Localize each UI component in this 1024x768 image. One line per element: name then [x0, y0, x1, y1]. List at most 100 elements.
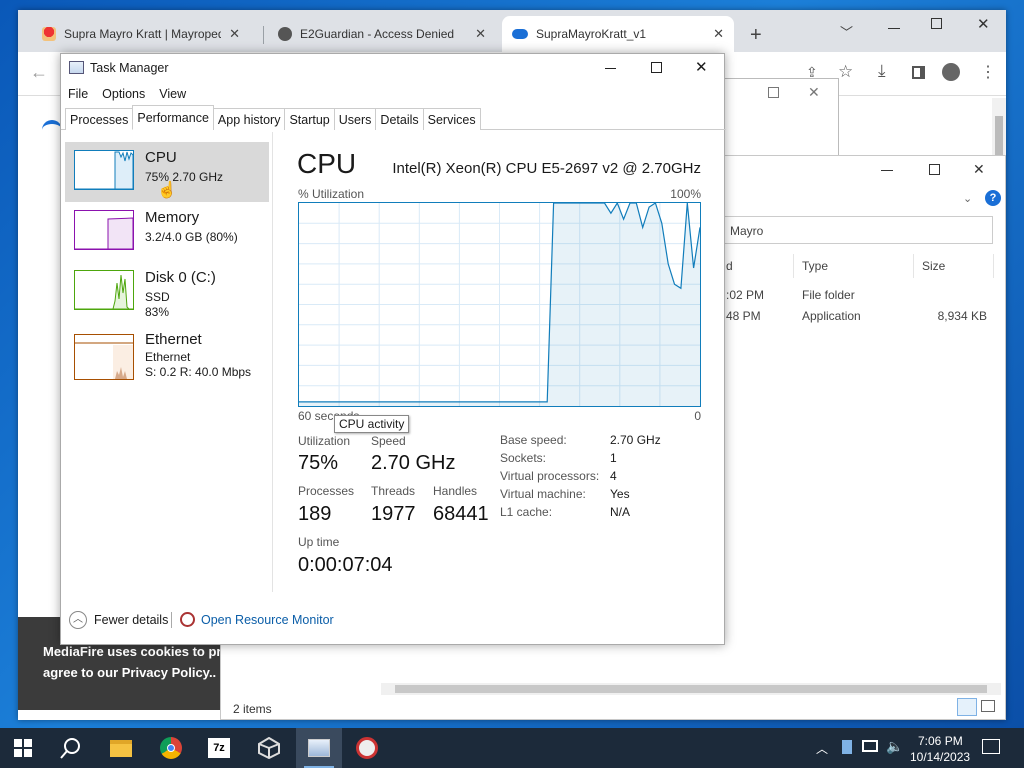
task-manager-taskbar-icon[interactable] [296, 728, 342, 768]
file-explorer-icon[interactable] [98, 728, 144, 768]
close-icon[interactable]: ✕ [808, 84, 820, 101]
details-view-icon[interactable] [957, 698, 977, 716]
side-panel-icon[interactable] [912, 66, 925, 79]
search-box[interactable]: Mayro [721, 216, 993, 244]
open-resource-monitor-link[interactable]: Open Resource Monitor [201, 613, 334, 627]
spec-key: L1 cache: [500, 505, 553, 519]
7zip-icon[interactable]: 7z [196, 728, 242, 768]
profile-avatar-icon[interactable] [942, 63, 960, 81]
spec-value: 4 [610, 469, 617, 483]
stat-label: Utilization [298, 434, 351, 448]
stat-speed: 2.70 GHz [371, 452, 456, 474]
resource-item-disk[interactable]: Disk 0 (C:) SSD 83% [65, 262, 269, 322]
cpu-graph [298, 202, 701, 407]
column-header-size[interactable]: Size [922, 259, 945, 273]
file-type: Application [802, 309, 861, 323]
memory-thumbnail [74, 210, 134, 250]
battery-icon[interactable] [842, 740, 852, 754]
chevron-down-icon[interactable]: ﹀ [840, 22, 853, 41]
maximize-icon[interactable] [929, 164, 940, 175]
chevron-up-icon[interactable]: ︿ [816, 740, 828, 757]
tab-performance[interactable]: Performance [132, 105, 214, 130]
maximize-icon[interactable] [931, 18, 942, 29]
chrome-icon[interactable] [148, 728, 194, 768]
stat-uptime: 0:00:07:04 [298, 554, 393, 576]
tiles-view-icon[interactable] [981, 700, 995, 712]
close-icon[interactable]: ✕ [973, 161, 985, 178]
resource-name: Memory [145, 209, 200, 226]
mario-favicon-icon [42, 27, 56, 41]
file-date: :02 PM [726, 288, 765, 302]
taskbar: 7z ︿ 🔈 7:06 PM 10/14/2023 [0, 728, 1024, 768]
spec-value: 1 [610, 451, 617, 465]
fewer-details-button[interactable]: Fewer details [94, 613, 168, 627]
horizontal-scrollbar[interactable] [381, 683, 1001, 695]
browser-tab[interactable]: E2Guardian - Access Denied ✕ [268, 16, 496, 52]
search-icon[interactable] [48, 728, 94, 768]
close-icon[interactable]: ✕ [695, 58, 708, 76]
resource-monitor-taskbar-icon[interactable] [344, 728, 390, 768]
maximize-icon[interactable] [651, 62, 662, 73]
tooltip: CPU activity [334, 415, 410, 433]
download-icon[interactable]: ⤓ [878, 61, 886, 81]
minimize-icon[interactable] [605, 68, 616, 69]
menu-options[interactable]: Options [95, 84, 152, 106]
column-header-type[interactable]: Type [802, 259, 828, 273]
resource-monitor-icon [180, 612, 195, 627]
close-icon[interactable]: ✕ [713, 26, 724, 42]
minimize-icon[interactable] [888, 28, 900, 29]
more-menu-icon[interactable]: ⋮ [980, 62, 996, 82]
tab-details[interactable]: Details [375, 108, 424, 130]
stat-label: Threads [371, 484, 416, 498]
resource-detail: 3.2/4.0 GB (80%) [145, 230, 238, 244]
file-size: 8,934 KB [937, 309, 987, 323]
tab-app-history[interactable]: App history [212, 108, 286, 130]
spec-value: 2.70 GHz [610, 433, 661, 447]
close-icon[interactable]: ✕ [475, 26, 486, 42]
chevron-up-icon[interactable]: ︿ [69, 611, 87, 629]
menu-bar: File Options View [61, 84, 726, 106]
stat-threads: 1977 [371, 503, 416, 525]
maximize-icon[interactable] [768, 87, 779, 98]
stat-label: Speed [371, 434, 406, 448]
tab-startup[interactable]: Startup [284, 108, 335, 130]
minimize-icon[interactable] [881, 170, 893, 171]
speaker-muted-icon[interactable]: 🔈 [886, 738, 903, 755]
globe-icon [278, 27, 292, 41]
resource-detail: 83% [145, 305, 170, 319]
browser-tab-active[interactable]: SupraMayroKratt_v1 ✕ [502, 16, 734, 52]
cookie-text: agree to our Privacy Policy.. [43, 665, 217, 680]
tab-title: SupraMayroKratt_v1 [536, 27, 647, 41]
resource-name: CPU [145, 149, 177, 166]
tab-users[interactable]: Users [333, 108, 377, 130]
new-tab-button[interactable]: + [750, 24, 762, 47]
resource-item-ethernet[interactable]: Ethernet Ethernet S: 0.2 R: 40.0 Mbps [65, 328, 269, 388]
graph-min-label: 0 [694, 409, 701, 423]
graph-axis-label: % Utilization [298, 187, 365, 201]
menu-view[interactable]: View [152, 84, 193, 106]
file-type: File folder [802, 288, 855, 302]
file-row[interactable]: 48 PM Application 8,934 KB [721, 308, 993, 326]
menu-file[interactable]: File [61, 84, 95, 106]
chevron-down-icon[interactable]: ⌄ [963, 192, 972, 205]
notification-icon[interactable] [982, 739, 1000, 754]
tab-processes[interactable]: Processes [65, 108, 134, 130]
resource-item-cpu[interactable]: CPU 75% 2.70 GHz ☝ [65, 142, 269, 202]
close-icon[interactable]: ✕ [229, 26, 240, 42]
unity-icon[interactable] [246, 728, 292, 768]
network-icon[interactable] [862, 740, 878, 752]
close-window-icon[interactable]: ✕ [977, 15, 990, 33]
browser-tab[interactable]: Supra Mayro Kratt | Mayropedia ✕ [32, 16, 250, 52]
resource-item-memory[interactable]: Memory 3.2/4.0 GB (80%) [65, 202, 269, 262]
star-icon[interactable]: ☆ [838, 62, 853, 82]
windows-start-icon[interactable] [0, 728, 46, 768]
tab-services[interactable]: Services [422, 108, 481, 130]
mediafire-logo-icon [42, 120, 62, 132]
column-header-date[interactable]: d [726, 259, 733, 273]
stat-processes: 189 [298, 503, 332, 525]
title-bar[interactable]: Task Manager ✕ [61, 54, 726, 84]
stat-label: Handles [433, 484, 478, 498]
file-row[interactable]: :02 PM File folder [721, 287, 993, 305]
help-icon[interactable]: ? [985, 190, 1001, 206]
back-arrow-icon[interactable]: ← [30, 62, 48, 83]
